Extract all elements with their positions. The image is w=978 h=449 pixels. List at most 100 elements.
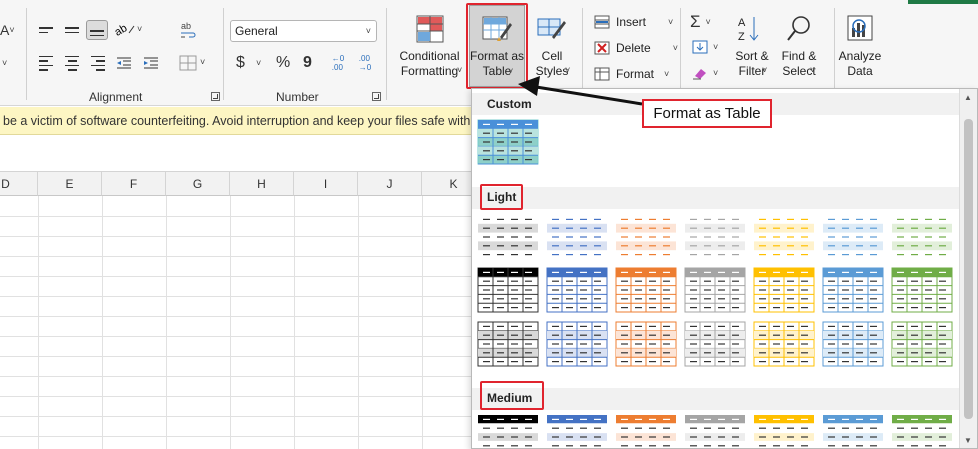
column-header-h[interactable]: H: [230, 172, 294, 196]
gridline: [0, 316, 471, 317]
scroll-thumb[interactable]: [964, 119, 973, 419]
light-style-2-2[interactable]: [546, 267, 608, 313]
light-style-1-1[interactable]: [477, 214, 539, 260]
comma-style-button[interactable]: 9: [303, 54, 312, 72]
increase-decimal-button[interactable]: ←0 .00: [327, 52, 349, 74]
scroll-down-icon[interactable]: ▼: [964, 436, 972, 445]
conditional-formatting-button[interactable]: Conditional Formatting: [392, 49, 467, 79]
light-style-3-4[interactable]: [684, 321, 746, 367]
light-section-header: [472, 187, 961, 209]
separator: [26, 8, 27, 100]
sort-filter-chevron-icon[interactable]: ˅: [762, 65, 767, 75]
insert-icon: [594, 15, 610, 29]
top-align-icon[interactable]: [35, 20, 57, 40]
light-style-1-5[interactable]: [753, 214, 815, 260]
gridline: [0, 256, 471, 257]
medium-style-1-5[interactable]: [753, 414, 815, 448]
analyze-data-icon[interactable]: [845, 14, 875, 44]
middle-align-icon[interactable]: [61, 20, 83, 40]
light-style-1-6[interactable]: [822, 214, 884, 260]
light-style-2-5[interactable]: [753, 267, 815, 313]
font-dropdown-chevron-icon[interactable]: ˅: [2, 58, 7, 68]
light-style-2-1[interactable]: [477, 267, 539, 313]
find-select-chevron-icon[interactable]: ˅: [810, 65, 815, 75]
sort-filter-icon[interactable]: AZ: [735, 14, 765, 44]
conditional-formatting-icon[interactable]: [415, 14, 445, 44]
fill-icon[interactable]: ˅: [692, 40, 718, 54]
align-center-icon[interactable]: [61, 53, 83, 73]
light-style-2-3[interactable]: [615, 267, 677, 313]
gallery-scrollbar[interactable]: ▲ ▼: [959, 89, 977, 448]
gridline: [0, 376, 471, 377]
number-launcher-icon[interactable]: [372, 92, 381, 101]
medium-style-1-1[interactable]: [477, 414, 539, 448]
percent-button[interactable]: %: [276, 54, 290, 72]
currency-button[interactable]: $: [236, 54, 245, 72]
gridline: [0, 396, 471, 397]
light-style-2-7[interactable]: [891, 267, 953, 313]
decrease-decimal-button[interactable]: .00 →0: [354, 52, 376, 74]
align-left-icon[interactable]: [35, 53, 57, 73]
column-header-e[interactable]: E: [38, 172, 102, 196]
clear-icon[interactable]: ˅: [692, 66, 718, 80]
number-format-chevron-icon: ˅: [365, 26, 371, 36]
medium-style-1-2[interactable]: [546, 414, 608, 448]
orientation-icon[interactable]: ab: [114, 20, 136, 40]
light-style-1-4[interactable]: [684, 214, 746, 260]
medium-style-1-3[interactable]: [615, 414, 677, 448]
medium-style-1-7[interactable]: [891, 414, 953, 448]
orientation-chevron-icon[interactable]: ˅: [137, 24, 142, 34]
gridline: [0, 356, 471, 357]
wrap-text-icon[interactable]: ab: [178, 20, 200, 40]
light-style-1-2[interactable]: [546, 214, 608, 260]
light-style-3-7[interactable]: [891, 321, 953, 367]
light-style-3-3[interactable]: [615, 321, 677, 367]
gridline: [294, 196, 295, 449]
light-style-1-3[interactable]: [615, 214, 677, 260]
medium-style-1-6[interactable]: [822, 414, 884, 448]
align-right-icon[interactable]: [87, 53, 109, 73]
gridline: [102, 196, 103, 449]
find-select-icon[interactable]: [784, 14, 814, 44]
analyze-data-button[interactable]: Analyze Data: [836, 49, 884, 79]
light-style-3-1[interactable]: [477, 321, 539, 367]
light-style-3-2[interactable]: [546, 321, 608, 367]
svg-text:A: A: [738, 17, 746, 29]
separator: [834, 8, 835, 100]
light-style-2-6[interactable]: [822, 267, 884, 313]
light-style-3-6[interactable]: [822, 321, 884, 367]
custom-table-style[interactable]: [477, 119, 539, 165]
light-style-3-5[interactable]: [753, 321, 815, 367]
accent-strip: [908, 0, 978, 4]
scroll-up-icon[interactable]: ▲: [964, 93, 972, 102]
merge-chevron-icon[interactable]: ˅: [200, 57, 205, 67]
increase-indent-icon[interactable]: [140, 53, 162, 73]
gridline: [166, 196, 167, 449]
bottom-align-icon[interactable]: [86, 20, 108, 40]
sort-filter-button[interactable]: Sort & Filter: [728, 49, 776, 79]
delete-icon: [594, 41, 610, 55]
delete-button[interactable]: Delete ˅: [594, 41, 678, 55]
number-group-label: Number: [276, 90, 319, 104]
column-header-f[interactable]: F: [102, 172, 166, 196]
cell-styles-icon[interactable]: [536, 14, 566, 44]
number-format-select[interactable]: General ˅: [230, 20, 377, 42]
font-size-partial[interactable]: A ˅: [0, 22, 15, 38]
column-header-g[interactable]: G: [166, 172, 230, 196]
column-header-d[interactable]: D: [0, 172, 38, 196]
column-header-j[interactable]: J: [358, 172, 422, 196]
autosum-icon[interactable]: Σ ˅: [690, 12, 711, 32]
insert-button[interactable]: Insert ˅: [594, 15, 673, 29]
svg-text:ab: ab: [181, 21, 191, 31]
separator: [223, 8, 224, 100]
merge-center-icon[interactable]: [177, 53, 199, 73]
currency-chevron-icon[interactable]: ˅: [256, 58, 261, 68]
callout-label: Format as Table: [642, 99, 772, 128]
light-style-2-4[interactable]: [684, 267, 746, 313]
medium-style-1-4[interactable]: [684, 414, 746, 448]
alignment-launcher-icon[interactable]: [211, 92, 220, 101]
decrease-indent-icon[interactable]: [113, 53, 135, 73]
conditional-formatting-chevron-icon[interactable]: ˅: [457, 65, 462, 75]
column-header-i[interactable]: I: [294, 172, 358, 196]
light-style-1-7[interactable]: [891, 214, 953, 260]
